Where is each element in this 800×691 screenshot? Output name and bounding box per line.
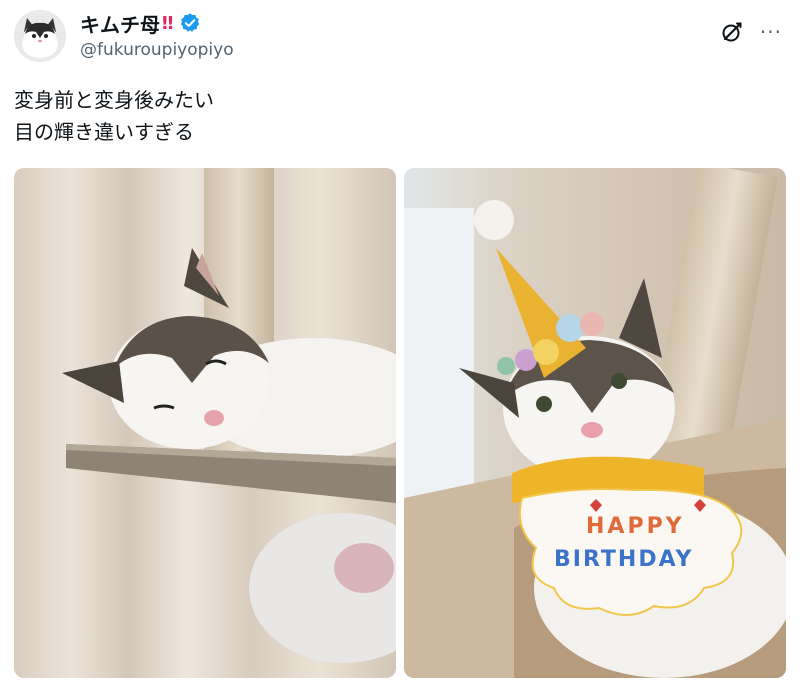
display-name[interactable]: キムチ母 [80,9,160,38]
cat-birthday-image: HAPPY BIRTHDAY [404,168,786,678]
tweet-text-line: 目の輝き違いすぎる [14,120,194,144]
photo-cat-resting[interactable] [14,168,396,678]
bib-text-line2: BIRTHDAY [554,547,693,572]
top-actions: ··· [720,20,782,44]
tweet-text-line: 変身前と変身後みたい [14,88,214,112]
tweet-text: 変身前と変身後みたい 目の輝き違いすぎる [14,84,774,148]
avatar[interactable] [14,10,66,62]
author-name-row[interactable]: キムチ母 ‼ [80,9,201,38]
cat-resting-image [14,168,396,678]
grok-icon[interactable] [720,20,744,44]
author-handle[interactable]: @fukuroupiyopiyo [80,40,234,60]
cat-avatar-icon [14,10,66,62]
media-grid: HAPPY BIRTHDAY [14,168,786,678]
tweet-header: キムチ母 ‼ @fukuroupiyopiyo ··· [14,8,786,64]
bib-text-line1: HAPPY [586,514,685,539]
more-options-icon[interactable]: ··· [760,22,782,42]
photo-cat-birthday[interactable]: HAPPY BIRTHDAY [404,168,786,678]
double-exclamation-emoji: ‼ [162,12,173,34]
verified-badge-icon [181,13,200,32]
